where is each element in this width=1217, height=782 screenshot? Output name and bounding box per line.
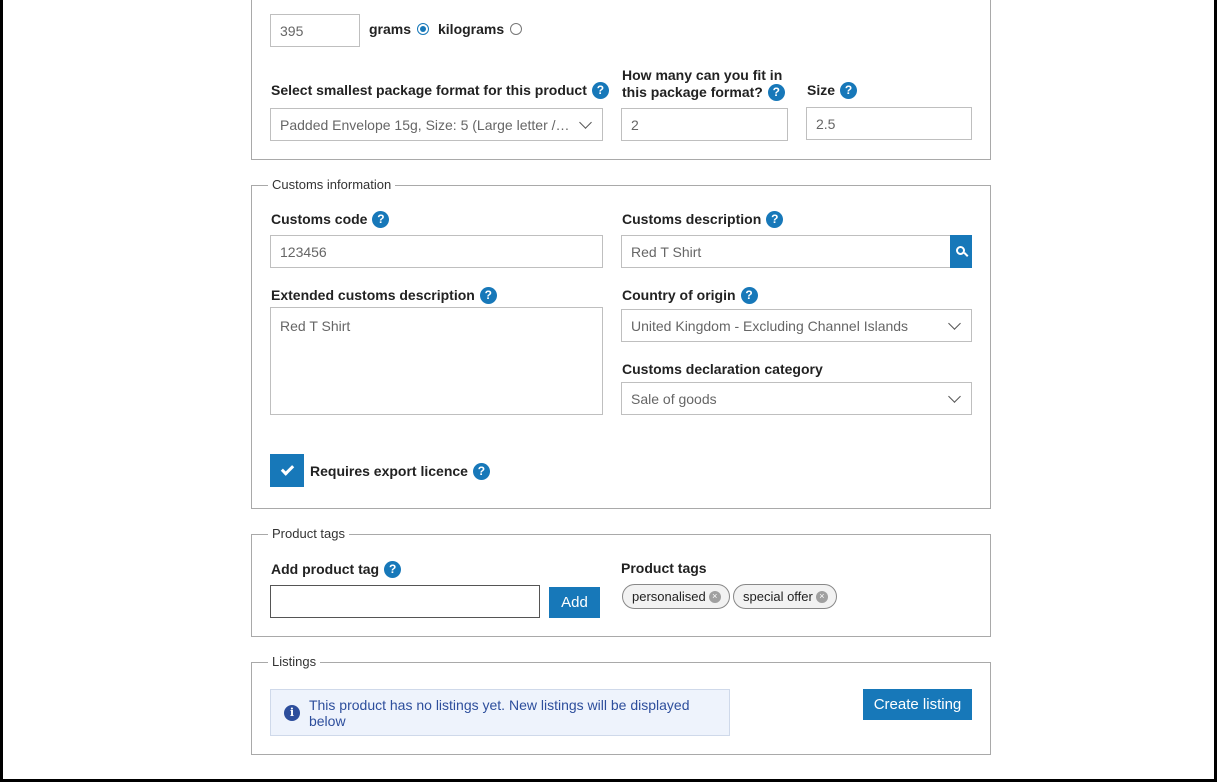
search-icon bbox=[955, 246, 965, 255]
help-icon[interactable]: ? bbox=[740, 286, 758, 304]
checkmark-icon bbox=[280, 462, 294, 476]
country-of-origin-select[interactable]: United Kingdom - Excluding Channel Islan… bbox=[621, 309, 972, 342]
listings-legend: Listings bbox=[268, 654, 321, 669]
customs-description-input[interactable]: Red T Shirt bbox=[621, 235, 951, 268]
help-icon[interactable]: ? bbox=[372, 210, 390, 228]
remove-tag-icon[interactable]: × bbox=[708, 590, 721, 603]
customs-legend: Customs information bbox=[268, 177, 396, 192]
remove-tag-icon[interactable]: × bbox=[815, 590, 828, 603]
extended-description-label: Extended customs description? bbox=[271, 286, 497, 305]
customs-code-input[interactable]: 123456 bbox=[270, 235, 603, 268]
export-licence-checkbox[interactable] bbox=[270, 454, 304, 487]
help-icon[interactable]: ? bbox=[591, 81, 609, 99]
declaration-category-select[interactable]: Sale of goods bbox=[621, 382, 972, 415]
chevron-down-icon bbox=[579, 115, 592, 129]
chevron-down-icon bbox=[948, 389, 961, 403]
grams-label: grams bbox=[369, 21, 412, 37]
declaration-category-label: Customs declaration category bbox=[622, 361, 823, 377]
create-listing-button[interactable]: Create listing bbox=[863, 689, 972, 720]
weight-unit-grams[interactable]: grams bbox=[369, 21, 430, 38]
no-listings-info-banner: i This product has no listings yet. New l… bbox=[270, 689, 730, 736]
customs-description-label: Customs description? bbox=[622, 210, 784, 229]
export-licence-label: Requires export licence? bbox=[310, 462, 490, 481]
grams-radio[interactable] bbox=[417, 23, 430, 36]
help-icon[interactable]: ? bbox=[472, 462, 490, 480]
help-icon[interactable]: ? bbox=[384, 560, 402, 578]
package-format-select[interactable]: Padded Envelope 15g, Size: 5 (Large lett… bbox=[270, 108, 603, 141]
customs-description-search-button[interactable] bbox=[950, 235, 972, 268]
kilograms-radio[interactable] bbox=[510, 23, 523, 36]
size-input[interactable]: 2.5 bbox=[806, 107, 972, 140]
kilograms-label: kilograms bbox=[438, 21, 505, 37]
package-fit-label: How many can you fit in this package form… bbox=[622, 67, 785, 102]
info-message: This product has no listings yet. New li… bbox=[308, 696, 690, 729]
info-icon: i bbox=[284, 704, 300, 721]
help-icon[interactable]: ? bbox=[767, 83, 785, 101]
help-icon[interactable]: ? bbox=[766, 210, 784, 228]
weight-unit-kilograms[interactable]: kilograms bbox=[438, 21, 523, 38]
product-tag-label: special offer bbox=[743, 589, 813, 604]
product-tag-chip: special offer × bbox=[733, 584, 837, 609]
product-tags-list-label: Product tags bbox=[621, 560, 707, 576]
product-tags-legend: Product tags bbox=[268, 526, 349, 541]
customs-code-label: Customs code? bbox=[271, 210, 390, 229]
product-tag-chip: personalised × bbox=[622, 584, 730, 609]
add-product-tag-input[interactable] bbox=[270, 585, 540, 618]
country-of-origin-label: Country of origin? bbox=[622, 286, 758, 305]
help-icon[interactable]: ? bbox=[479, 286, 497, 304]
product-tag-label: personalised bbox=[632, 589, 706, 604]
package-fit-input[interactable]: 2 bbox=[621, 108, 788, 141]
add-tag-button[interactable]: Add bbox=[549, 587, 600, 618]
weight-input[interactable]: 395 bbox=[270, 14, 360, 47]
add-product-tag-label: Add product tag? bbox=[271, 560, 402, 579]
help-icon[interactable]: ? bbox=[840, 81, 858, 99]
extended-description-textarea[interactable]: Red T Shirt bbox=[270, 307, 603, 415]
package-format-label: Select smallest package format for this … bbox=[271, 81, 609, 100]
chevron-down-icon bbox=[948, 316, 961, 330]
size-label: Size? bbox=[807, 81, 858, 100]
